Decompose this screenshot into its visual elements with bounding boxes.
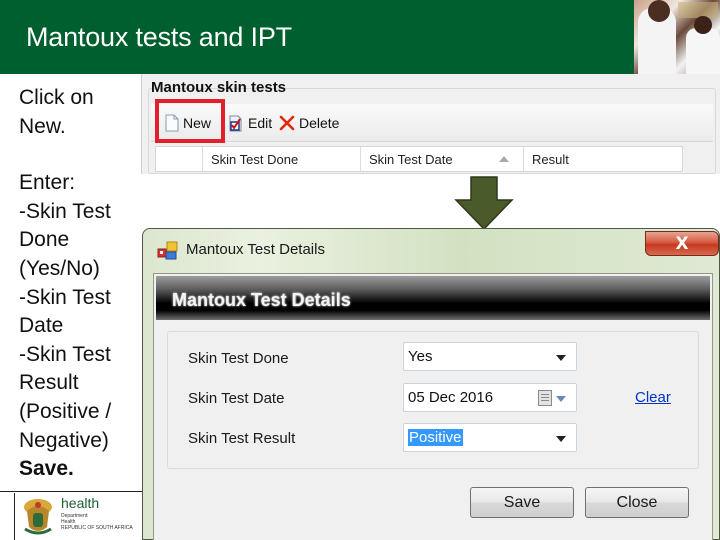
dialog-banner: Mantoux Test Details [156,276,710,320]
skin-test-done-select[interactable]: Yes [403,342,577,371]
edit-document-icon [229,114,244,132]
delete-x-icon [279,115,295,131]
dialog-close-button[interactable]: X [645,231,719,256]
skin-test-done-value: Yes [408,348,433,365]
instruction-line: New. [19,114,66,138]
instruction-line: -Skin Test [19,285,111,309]
instruction-line: Done [19,228,70,252]
skin-test-result-select[interactable]: Positive [403,423,577,452]
instruction-line: Enter: [19,171,76,195]
edit-button-label: Edit [248,115,273,131]
instructions-text: Click on New. Enter: -Skin Test Done (Ye… [19,84,139,484]
slide-header: Mantoux tests and IPT [0,0,720,74]
column-header-result[interactable]: Result [524,147,682,171]
instruction-save: Save. [19,457,74,481]
column-header-skin-test-date[interactable]: Skin Test Date [361,147,524,171]
chevron-down-icon [556,436,566,442]
down-arrow-icon [454,176,514,230]
instruction-line: Click on [19,86,94,109]
chevron-down-icon [556,396,566,402]
skin-test-date-picker[interactable]: 05 Dec 2016 [403,383,577,412]
details-form: Skin Test Done Yes Skin Test Date 05 Dec… [167,331,699,469]
close-button[interactable]: Close [585,487,689,518]
skin-tests-toolbar: New Edit Delete [151,104,713,142]
mantoux-test-details-dialog: Mantoux Test Details X Mantoux Test Deta… [142,228,720,540]
logo-health-text: health [61,495,100,511]
column-header-skin-test-done[interactable]: Skin Test Done [203,147,361,171]
new-document-icon [165,114,179,132]
footer-divider [0,491,145,492]
dialog-banner-title: Mantoux Test Details [172,290,351,310]
skin-test-date-label: Skin Test Date [188,390,285,407]
skin-test-result-label: Skin Test Result [188,430,296,447]
new-button-label: New [183,115,212,131]
chevron-down-icon [556,355,566,361]
row-header-cell [156,147,203,171]
instruction-line: -Skin Test [19,199,111,223]
save-button[interactable]: Save [470,487,574,518]
skin-test-result-value: Positive [408,429,463,446]
logo-subtext: Department: Health REPUBLIC OF SOUTH AFR… [61,513,133,531]
header-photo [634,0,720,74]
application-icon [157,241,178,260]
new-button[interactable]: New [165,112,211,134]
delete-button[interactable]: Delete [279,112,339,134]
health-department-logo: health Department: Health REPUBLIC OF SO… [14,493,146,540]
skin-test-done-label: Skin Test Done [188,350,289,367]
instruction-line: -Skin Test [19,342,111,366]
coat-of-arms-icon [24,499,52,535]
skin-tests-heading: Mantoux skin tests [151,79,287,96]
clear-date-link[interactable]: Clear [635,389,671,406]
instruction-line: Negative) [19,428,109,452]
instruction-line: (Yes/No) [19,256,100,280]
instruction-line: Result [19,371,79,395]
instruction-line: (Positive / [19,399,112,423]
instruction-line: Date [19,314,64,338]
calendar-icon[interactable] [538,390,552,406]
skin-tests-grid-header: Skin Test Done Skin Test Date Result [155,146,683,172]
edit-button[interactable]: Edit [229,112,272,134]
delete-button-label: Delete [299,115,340,131]
sort-ascending-icon [499,156,509,162]
dialog-window-title: Mantoux Test Details [186,241,325,258]
skin-test-date-value: 05 Dec 2016 [408,389,494,406]
slide-title: Mantoux tests and IPT [26,22,292,52]
